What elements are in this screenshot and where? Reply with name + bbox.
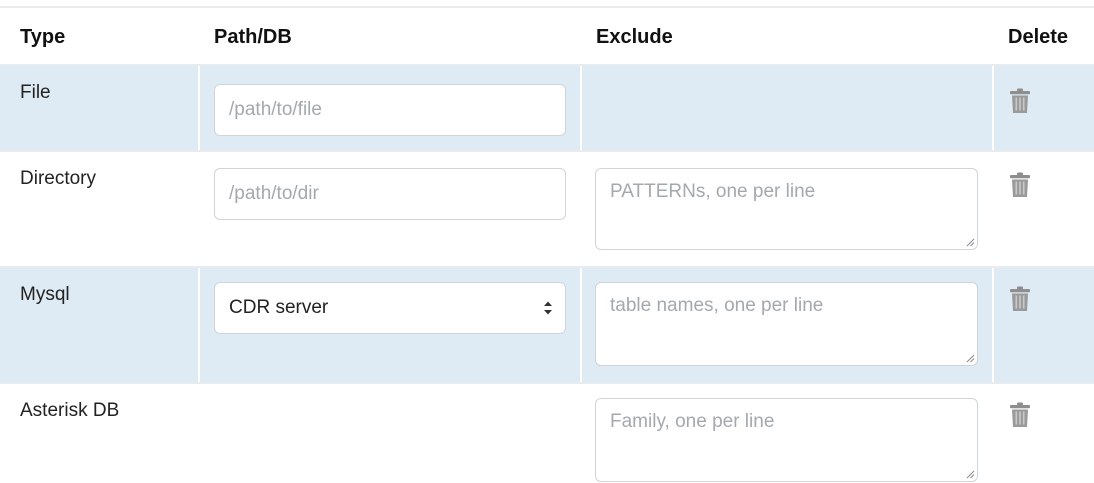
resize-handle-icon[interactable] [965, 469, 975, 479]
table-top-border [0, 6, 1094, 8]
select-arrows-icon [544, 301, 552, 315]
resize-handle-icon[interactable] [965, 237, 975, 247]
header-path-db: Path/DB [214, 26, 292, 48]
exclude-tables-textarea[interactable]: table names, one per line [595, 282, 978, 366]
select-value: CDR server [229, 297, 329, 318]
resize-handle-icon[interactable] [965, 353, 975, 363]
database-select[interactable]: CDR server [214, 282, 566, 334]
backup-items-table: Type Path/DB Exclude Delete File /path/t… [0, 0, 1094, 483]
exclude-patterns-textarea[interactable]: PATTERNs, one per line [595, 168, 978, 250]
trash-icon[interactable] [1009, 402, 1031, 428]
header-delete: Delete [1008, 26, 1069, 48]
header-exclude: Exclude [596, 26, 673, 48]
row-type-label: File [20, 82, 51, 103]
table-row-file: File /path/to/file [0, 66, 1094, 150]
exclude-families-textarea[interactable]: Family, one per line [595, 398, 978, 482]
table-row-mysql: Mysql CDR server table names, one per li… [0, 268, 1094, 382]
textarea-placeholder: PATTERNs, one per line [610, 181, 816, 202]
path-input[interactable]: /path/to/file [214, 84, 566, 136]
table-row-asterisk-db: Asterisk DB Family, one per line [0, 384, 1094, 483]
row-type-label: Mysql [20, 284, 70, 305]
trash-icon[interactable] [1009, 286, 1031, 312]
header-type: Type [20, 26, 66, 48]
path-input[interactable]: /path/to/dir [214, 168, 566, 220]
table-row-directory: Directory /path/to/dir PATTERNs, one per… [0, 152, 1094, 266]
textarea-placeholder: table names, one per line [610, 295, 824, 316]
row-type-label: Asterisk DB [20, 400, 120, 421]
row-type-label: Directory [20, 168, 97, 189]
trash-icon[interactable] [1009, 88, 1031, 114]
textarea-placeholder: Family, one per line [610, 411, 775, 432]
trash-icon[interactable] [1009, 172, 1031, 198]
